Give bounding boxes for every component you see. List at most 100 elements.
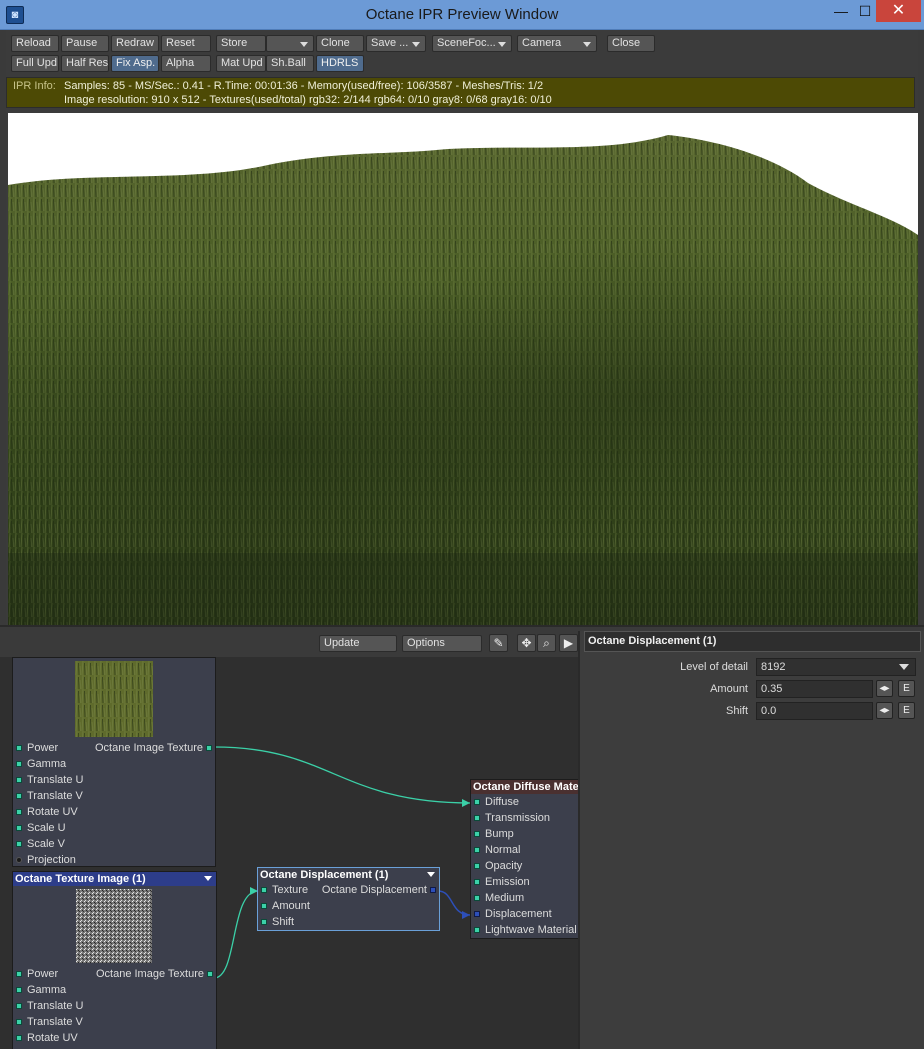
input-label: Opacity xyxy=(485,860,523,872)
input-label: Lightwave Material xyxy=(485,924,577,936)
image-texture-node-2[interactable]: Octane Texture Image (1) Power Octane Im… xyxy=(12,871,217,1049)
amount-slider-icon[interactable]: ◂▸ xyxy=(876,680,893,697)
diffuse-material-node[interactable]: Octane Diffuse Materia Diffuse Transmiss… xyxy=(470,779,578,939)
input-socket[interactable] xyxy=(16,987,22,993)
reset-button[interactable]: Reset xyxy=(161,35,211,52)
input-socket[interactable] xyxy=(16,841,22,847)
node-title: Octane Diffuse Materia xyxy=(471,780,578,794)
input-label: Amount xyxy=(272,900,310,912)
input-socket[interactable] xyxy=(261,919,267,925)
fix-aspect-button[interactable]: Fix Asp. xyxy=(111,55,159,72)
node-row: Gamma xyxy=(13,982,216,998)
update-button[interactable]: Update xyxy=(319,635,397,652)
close-button[interactable]: Close xyxy=(607,35,655,52)
input-label: Translate V xyxy=(27,1016,83,1028)
input-socket[interactable] xyxy=(16,793,22,799)
node-row: Bump xyxy=(471,826,578,842)
node-row: Amount xyxy=(258,898,439,914)
input-socket[interactable] xyxy=(16,777,22,783)
output-socket[interactable] xyxy=(206,745,212,751)
displacement-node[interactable]: Octane Displacement (1) Texture Octane Di… xyxy=(257,867,440,931)
shift-field[interactable]: 0.0 xyxy=(756,702,873,720)
store-button[interactable]: Store xyxy=(216,35,266,52)
input-socket[interactable] xyxy=(261,887,267,893)
node-row: Rotate UV xyxy=(13,804,215,820)
node-row: Normal xyxy=(471,842,578,858)
input-label: Medium xyxy=(485,892,525,904)
input-socket[interactable] xyxy=(474,831,480,837)
image-texture-node-1[interactable]: Power Octane Image Texture Gamma Translat… xyxy=(12,657,216,867)
title-bar: ◙ Octane IPR Preview Window — ☐ ✕ xyxy=(0,0,924,30)
zoom-icon[interactable]: ⌕ xyxy=(537,634,556,652)
input-socket[interactable] xyxy=(16,1035,22,1041)
input-label: Scale V xyxy=(27,838,65,850)
input-label: Rotate UV xyxy=(27,806,78,818)
input-socket[interactable] xyxy=(16,761,22,767)
input-label: Power xyxy=(27,968,59,980)
scene-focus-dropdown[interactable]: SceneFoc... xyxy=(432,35,512,52)
close-window-button[interactable]: ✕ xyxy=(876,0,921,22)
input-socket[interactable] xyxy=(16,825,22,831)
output-socket[interactable] xyxy=(430,887,436,893)
pause-button[interactable]: Pause xyxy=(61,35,109,52)
shift-envelope-button[interactable]: E xyxy=(898,702,915,719)
node-row: Emission xyxy=(471,874,578,890)
input-socket[interactable] xyxy=(474,879,480,885)
input-socket[interactable] xyxy=(16,1019,22,1025)
pan-icon[interactable]: ✥ xyxy=(517,634,536,652)
chevron-down-icon[interactable] xyxy=(204,876,212,881)
window-title: Octane IPR Preview Window xyxy=(365,6,559,23)
input-socket[interactable] xyxy=(261,903,267,909)
node-canvas[interactable]: Power Octane Image Texture Gamma Translat… xyxy=(0,657,578,1049)
chevron-down-icon[interactable] xyxy=(427,872,435,877)
shift-slider-icon[interactable]: ◂▸ xyxy=(876,702,893,719)
input-socket[interactable] xyxy=(474,847,480,853)
node-title: Octane Texture Image (1) xyxy=(13,872,216,886)
redraw-button[interactable]: Redraw xyxy=(111,35,159,52)
save-dropdown[interactable]: Save ... xyxy=(366,35,426,52)
hdrls-button[interactable]: HDRLS xyxy=(316,55,364,72)
input-label: Emission xyxy=(485,876,530,888)
texture-preview-noise xyxy=(13,886,216,966)
input-socket[interactable] xyxy=(474,895,480,901)
input-label: Bump xyxy=(485,828,514,840)
reload-button[interactable]: Reload xyxy=(11,35,59,52)
eyedropper-icon[interactable]: ✎ xyxy=(489,634,508,652)
input-socket[interactable] xyxy=(474,911,480,917)
shift-label: Shift xyxy=(725,705,748,717)
node-row: Translate U xyxy=(13,998,216,1014)
level-of-detail-dropdown[interactable]: 8192 xyxy=(756,658,916,676)
level-of-detail-label: Level of detail xyxy=(680,661,748,673)
input-socket[interactable] xyxy=(474,799,480,805)
store-slot-dropdown[interactable] xyxy=(266,35,314,52)
node-editor-panel: Update Options ✎ ✥ ⌕ ▶ Power Octane Imag… xyxy=(0,625,924,1049)
mat-upd-button[interactable]: Mat Upd xyxy=(216,55,266,72)
node-row: Lightwave Material xyxy=(471,922,578,938)
full-update-button[interactable]: Full Upd. xyxy=(11,55,59,72)
input-label: Diffuse xyxy=(485,796,520,808)
input-socket[interactable] xyxy=(16,809,22,815)
input-socket[interactable] xyxy=(16,971,22,977)
half-res-button[interactable]: Half Res xyxy=(61,55,109,72)
options-button[interactable]: Options xyxy=(402,635,482,652)
input-label: Transmission xyxy=(485,812,550,824)
input-socket[interactable] xyxy=(474,815,480,821)
amount-envelope-button[interactable]: E xyxy=(898,680,915,697)
input-label: Power xyxy=(27,742,59,754)
render-viewport[interactable] xyxy=(8,113,918,625)
camera-dropdown[interactable]: Camera xyxy=(517,35,597,52)
play-icon[interactable]: ▶ xyxy=(559,634,578,652)
input-socket[interactable] xyxy=(16,857,22,863)
alpha-button[interactable]: Alpha xyxy=(161,55,211,72)
input-socket[interactable] xyxy=(474,863,480,869)
amount-field[interactable]: 0.35 xyxy=(756,680,873,698)
input-label: Gamma xyxy=(27,984,67,996)
output-socket[interactable] xyxy=(207,971,213,977)
shader-ball-button[interactable]: Sh.Ball xyxy=(266,55,314,72)
input-socket[interactable] xyxy=(474,927,480,933)
node-row: Translate V xyxy=(13,1014,216,1030)
input-socket[interactable] xyxy=(16,1003,22,1009)
clone-button[interactable]: Clone xyxy=(316,35,364,52)
input-socket[interactable] xyxy=(16,745,22,751)
node-row: Scale U xyxy=(13,820,215,836)
